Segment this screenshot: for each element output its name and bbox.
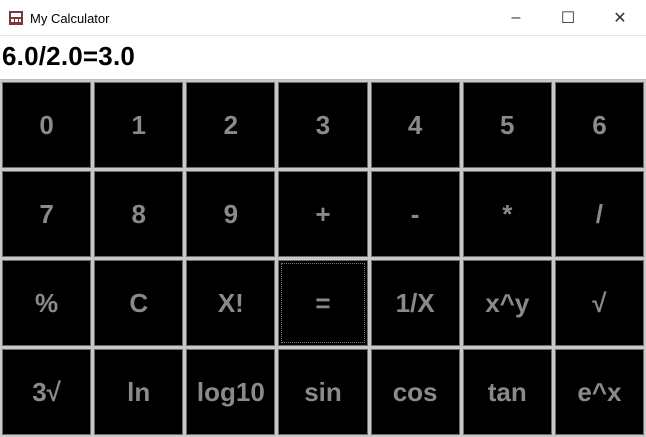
key-minus[interactable]: - bbox=[370, 171, 460, 257]
maximize-button[interactable]: ☐ bbox=[542, 0, 594, 36]
close-button[interactable]: ✕ bbox=[594, 0, 646, 36]
key-2[interactable]: 2 bbox=[186, 82, 276, 168]
key-0[interactable]: 0 bbox=[2, 82, 92, 168]
key-cbrt[interactable]: 3√ bbox=[2, 349, 92, 435]
key-7[interactable]: 7 bbox=[2, 171, 92, 257]
key-plus[interactable]: + bbox=[278, 171, 368, 257]
key-8[interactable]: 8 bbox=[94, 171, 184, 257]
key-cos[interactable]: cos bbox=[370, 349, 460, 435]
key-equals[interactable]: = bbox=[278, 260, 368, 346]
key-clear[interactable]: C bbox=[94, 260, 184, 346]
keypad: 0 1 2 3 4 5 6 7 8 9 + - * / % C X! = 1/X… bbox=[0, 80, 646, 437]
key-multiply[interactable]: * bbox=[462, 171, 552, 257]
minimize-button[interactable]: – bbox=[490, 0, 542, 36]
key-power[interactable]: x^y bbox=[462, 260, 552, 346]
key-9[interactable]: 9 bbox=[186, 171, 276, 257]
minimize-icon: – bbox=[511, 9, 521, 26]
key-tan[interactable]: tan bbox=[462, 349, 552, 435]
key-divide[interactable]: / bbox=[554, 171, 644, 257]
key-1[interactable]: 1 bbox=[94, 82, 184, 168]
key-sin[interactable]: sin bbox=[278, 349, 368, 435]
key-6[interactable]: 6 bbox=[554, 82, 644, 168]
window-titlebar: My Calculator – ☐ ✕ bbox=[0, 0, 646, 36]
key-percent[interactable]: % bbox=[2, 260, 92, 346]
key-sqrt[interactable]: √ bbox=[554, 260, 644, 346]
key-reciprocal[interactable]: 1/X bbox=[370, 260, 460, 346]
key-3[interactable]: 3 bbox=[278, 82, 368, 168]
close-icon: ✕ bbox=[613, 10, 627, 27]
window-title: My Calculator bbox=[30, 11, 110, 26]
key-exp[interactable]: e^x bbox=[554, 349, 644, 435]
calculator-display[interactable]: 6.0/2.0=3.0 bbox=[0, 36, 646, 80]
maximize-icon: ☐ bbox=[560, 10, 576, 27]
app-icon bbox=[9, 11, 23, 25]
display-value: 6.0/2.0=3.0 bbox=[2, 41, 136, 71]
key-log10[interactable]: log10 bbox=[186, 349, 276, 435]
key-4[interactable]: 4 bbox=[370, 82, 460, 168]
key-ln[interactable]: ln bbox=[94, 349, 184, 435]
key-5[interactable]: 5 bbox=[462, 82, 552, 168]
key-factorial[interactable]: X! bbox=[186, 260, 276, 346]
